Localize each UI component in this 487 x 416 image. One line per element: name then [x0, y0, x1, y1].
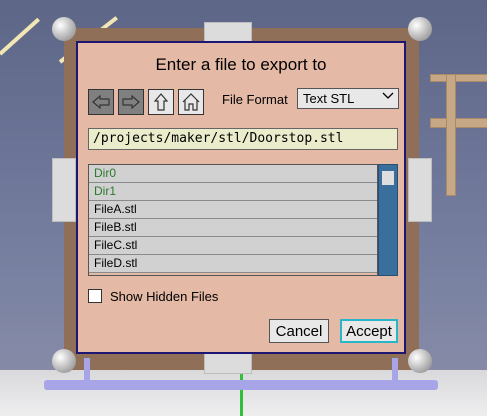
export-file-dialog: Enter a file to export to File Format Te…: [76, 41, 406, 354]
file-format-select[interactable]: Text STL: [297, 88, 399, 109]
back-button[interactable]: [88, 89, 114, 115]
corner-knob-top-left: [52, 17, 76, 41]
rail-post-right: [392, 358, 398, 382]
list-item-filec[interactable]: FileC.stl: [89, 237, 377, 255]
scene-arrow-left: [0, 17, 40, 56]
cancel-button[interactable]: Cancel: [269, 319, 329, 343]
arrow-up-icon: [153, 93, 169, 111]
accept-button[interactable]: Accept: [340, 319, 398, 343]
file-list-scrollbar[interactable]: [378, 164, 398, 276]
file-format-value: Text STL: [303, 91, 355, 106]
home-button[interactable]: [178, 89, 204, 115]
arrow-left-icon: [92, 94, 110, 110]
chevron-down-icon: [382, 92, 394, 99]
list-item-fileb[interactable]: FileB.stl: [89, 219, 377, 237]
list-item-filed[interactable]: FileD.stl: [89, 255, 377, 273]
show-hidden-files-checkbox[interactable]: [88, 289, 102, 303]
scene-shelf-upper: [430, 74, 487, 82]
home-icon: [182, 93, 200, 111]
scene-post: [446, 74, 456, 196]
show-hidden-files-label[interactable]: Show Hidden Files: [110, 289, 218, 304]
scrollbar-thumb[interactable]: [382, 171, 394, 185]
list-item-filea[interactable]: FileA.stl: [89, 201, 377, 219]
corner-knob-bottom-left: [52, 349, 76, 373]
forward-button[interactable]: [118, 89, 144, 115]
right-side-bracket: [408, 158, 432, 222]
corner-knob-top-right: [408, 17, 432, 41]
up-directory-button[interactable]: [148, 89, 174, 115]
file-format-label: File Format: [222, 92, 288, 107]
rail-bar: [44, 380, 438, 390]
scene-floor: [0, 370, 487, 416]
arrow-right-icon: [122, 94, 140, 110]
scene-axis-line: [240, 372, 243, 416]
file-list: Dir0 Dir1 FileA.stl FileB.stl FileC.stl …: [88, 164, 378, 276]
scene-shelf-lower: [430, 118, 487, 128]
corner-knob-bottom-right: [408, 349, 432, 373]
list-item-dir0[interactable]: Dir0: [89, 165, 377, 183]
bottom-bracket: [204, 352, 252, 374]
file-path-input[interactable]: /projects/maker/stl/Doorstop.stl: [88, 128, 398, 150]
rail-post-left: [84, 358, 90, 382]
list-item-dir1[interactable]: Dir1: [89, 183, 377, 201]
dialog-title: Enter a file to export to: [155, 55, 327, 74]
left-side-bracket: [52, 158, 76, 222]
